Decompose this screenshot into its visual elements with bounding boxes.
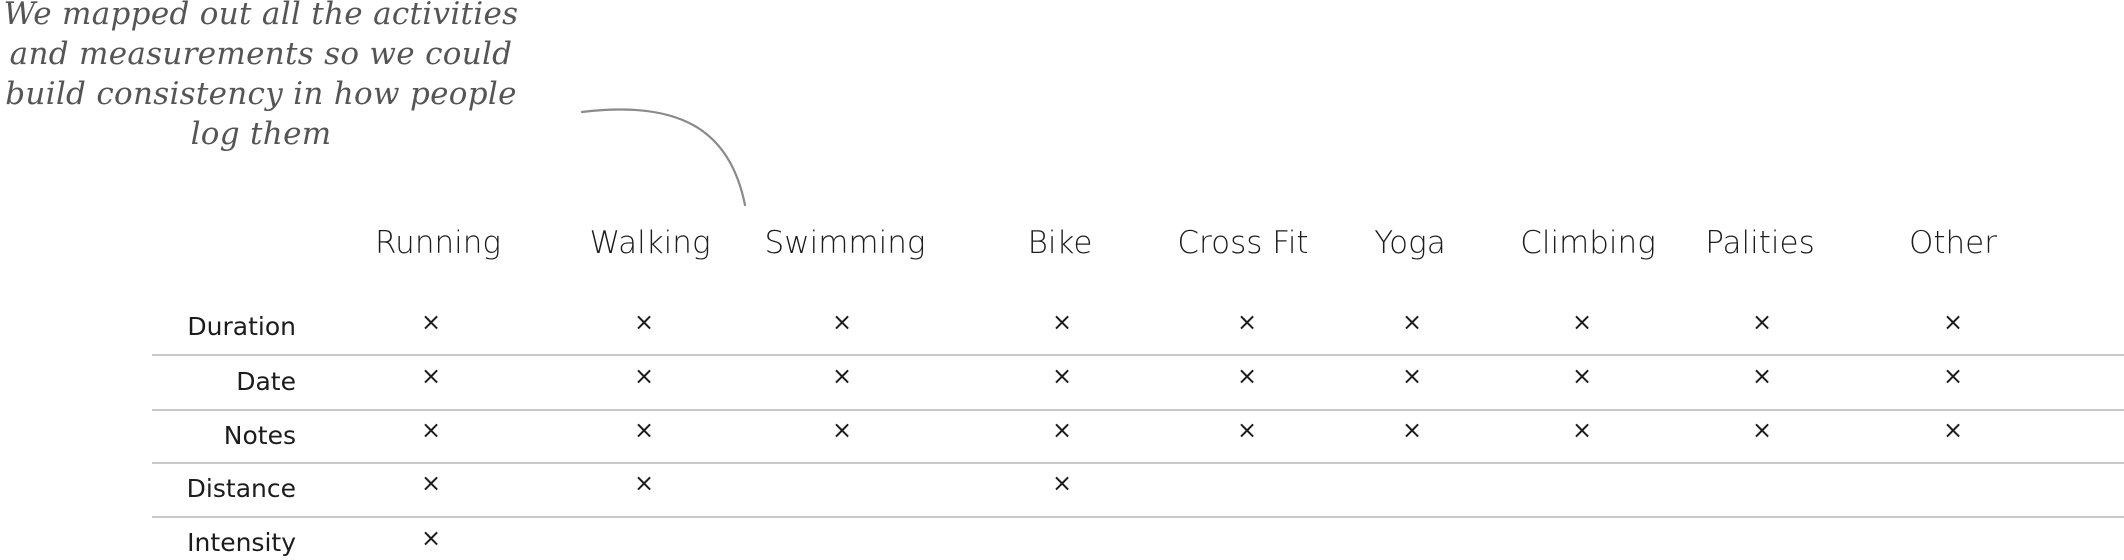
check-mark: × <box>1751 416 1773 444</box>
row-divider <box>152 409 2124 411</box>
annotation-arrow <box>580 108 747 207</box>
check-mark: × <box>1236 362 1258 390</box>
annotation-line: We mapped out all the activities <box>3 0 519 32</box>
column-header-other: Other <box>1908 225 1998 261</box>
row-label-distance: Distance <box>186 474 296 503</box>
column-header-climbing: Climbing <box>1520 225 1656 261</box>
annotation-line: and measurements so we could <box>9 36 513 72</box>
check-mark: × <box>633 308 655 336</box>
check-mark: × <box>420 416 442 444</box>
check-mark: × <box>1571 308 1593 336</box>
check-mark: × <box>1236 416 1258 444</box>
row-divider <box>152 516 2124 518</box>
check-mark: × <box>420 524 442 552</box>
check-mark: × <box>1051 416 1073 444</box>
check-mark: × <box>633 416 655 444</box>
column-header-bike: Bike <box>1027 225 1093 261</box>
check-mark: × <box>1751 362 1773 390</box>
column-header-cross-fit: Cross Fit <box>1177 225 1309 261</box>
annotation-note: We mapped out all the activities and mea… <box>0 0 522 154</box>
row-label-intensity: Intensity <box>187 528 296 557</box>
column-header-running: Running <box>375 225 501 261</box>
row-label-notes: Notes <box>223 421 296 450</box>
column-header-swimming: Swimming <box>764 225 926 261</box>
check-mark: × <box>633 362 655 390</box>
check-mark: × <box>1571 416 1593 444</box>
check-mark: × <box>831 416 853 444</box>
row-divider <box>152 354 2124 356</box>
row-label-duration: Duration <box>187 312 296 341</box>
check-mark: × <box>1401 416 1423 444</box>
check-mark: × <box>1236 308 1258 336</box>
column-header-walking: Walking <box>589 225 711 261</box>
check-mark: × <box>1051 362 1073 390</box>
check-mark: × <box>420 469 442 497</box>
check-mark: × <box>1051 469 1073 497</box>
check-mark: × <box>831 362 853 390</box>
row-divider <box>152 462 2124 464</box>
column-header-yoga: Yoga <box>1374 225 1446 261</box>
check-mark: × <box>1401 362 1423 390</box>
check-mark: × <box>1942 416 1964 444</box>
column-header-palities: Palities <box>1705 225 1815 261</box>
check-mark: × <box>1571 362 1593 390</box>
check-mark: × <box>1401 308 1423 336</box>
annotation-line: log them <box>190 116 332 152</box>
check-mark: × <box>420 362 442 390</box>
check-mark: × <box>831 308 853 336</box>
check-mark: × <box>1942 362 1964 390</box>
check-mark: × <box>420 308 442 336</box>
row-label-date: Date <box>236 367 296 396</box>
check-mark: × <box>1942 308 1964 336</box>
annotation-line: build consistency in how people <box>5 76 517 112</box>
check-mark: × <box>1051 308 1073 336</box>
check-mark: × <box>633 469 655 497</box>
check-mark: × <box>1751 308 1773 336</box>
